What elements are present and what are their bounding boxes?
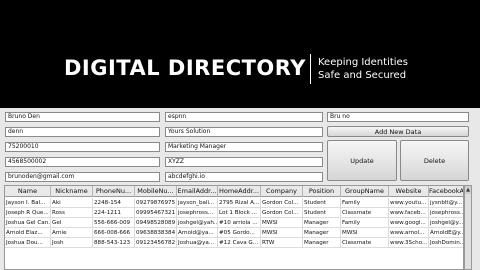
column-header[interactable]: PhoneNu... <box>93 186 135 197</box>
table-scrollbar[interactable]: ▲ <box>464 185 472 270</box>
column-header[interactable]: EmailAddr... <box>177 186 218 197</box>
table-cell[interactable]: Joshua@ya... <box>177 238 218 248</box>
table-cell[interactable]: Gordon Col... <box>261 208 303 218</box>
table-cell[interactable]: jayson_bali... <box>177 198 218 208</box>
table-cell[interactable]: Manager <box>303 238 341 248</box>
table-cell[interactable]: 09638838384 <box>135 228 177 238</box>
column-header[interactable]: Position <box>303 186 341 197</box>
delete-button[interactable]: Delete <box>400 140 469 181</box>
table-header: Name Nickname PhoneNu... MobileNu... EmailAd… <box>5 186 463 197</box>
table-cell[interactable]: joshgel@y... <box>429 218 463 228</box>
position-field[interactable]: Marketing Manager <box>165 142 323 152</box>
phone-field[interactable]: 75200010 <box>5 142 160 152</box>
table-cell[interactable]: Classmate <box>341 208 389 218</box>
table-cell[interactable]: #10 arriola ... <box>218 218 261 228</box>
table-cell[interactable]: 09995467321 <box>135 208 177 218</box>
table-cell[interactable]: 556-666-009 <box>93 218 135 228</box>
table-cell[interactable]: 2248-154 <box>93 198 135 208</box>
table-row[interactable]: Joshua Dou... Josh 888-543-123 09123456782 J… <box>5 238 463 248</box>
column-header[interactable]: FacebookA... <box>429 186 463 197</box>
table-cell[interactable]: MWSI <box>261 218 303 228</box>
table-cell[interactable]: Ross <box>51 208 93 218</box>
group-field[interactable]: XYZZ <box>165 157 323 167</box>
table-cell[interactable]: Aki <box>51 198 93 208</box>
table-cell[interactable]: Family <box>341 198 389 208</box>
scroll-up-icon[interactable]: ▲ <box>465 186 471 194</box>
table-cell[interactable]: Joshua Gel Can... <box>5 218 51 228</box>
table-cell[interactable]: RTW <box>261 238 303 248</box>
app-title: DIGITAL DIRECTORY <box>64 56 307 80</box>
table-cell[interactable]: MWSI <box>341 228 389 238</box>
table-cell[interactable]: joshgel@yah... <box>177 218 218 228</box>
table-cell[interactable]: #05 Gordo... <box>218 228 261 238</box>
table-cell[interactable]: Joshua Dou... <box>5 238 51 248</box>
facebook-field[interactable]: Bru no <box>327 112 469 122</box>
table-cell[interactable]: jysnblt@y... <box>429 198 463 208</box>
table-row[interactable]: Joseph R Que... Ross 224-1211 09995467321 jo… <box>5 208 463 218</box>
title-divider <box>310 54 311 84</box>
table-cell[interactable]: josephross... <box>177 208 218 218</box>
add-new-data-button[interactable]: Add New Data <box>327 126 469 137</box>
table-cell[interactable]: www.arnol... <box>389 228 429 238</box>
table-cell[interactable]: Manager <box>303 218 341 228</box>
website-field[interactable]: abcdefghi.io <box>165 172 323 182</box>
table-row[interactable]: Joshua Gel Can... Gel 556-666-009 094985280… <box>5 218 463 228</box>
name-field[interactable]: Bruno Den <box>5 112 160 122</box>
table-cell[interactable]: 224-1211 <box>93 208 135 218</box>
table-cell[interactable]: Arnold@ya... <box>177 228 218 238</box>
column-header[interactable]: Company <box>261 186 303 197</box>
table-cell[interactable]: Manager <box>303 228 341 238</box>
table-cell[interactable]: ArnoldE@y... <box>429 228 463 238</box>
table-cell[interactable]: Arnold Elaz... <box>5 228 51 238</box>
table-row[interactable]: Jayson I. Bal... Aki 2248-154 09279876975 ja… <box>5 198 463 208</box>
table-cell[interactable]: 09498528089 <box>135 218 177 228</box>
table-cell[interactable]: www.googl... <box>389 218 429 228</box>
table-cell[interactable]: josephross... <box>429 208 463 218</box>
table-cell[interactable]: MWSI <box>261 228 303 238</box>
table-cell[interactable]: Arnie <box>51 228 93 238</box>
column-header[interactable]: Nickname <box>51 186 93 197</box>
mobile-field[interactable]: 4568500002 <box>5 157 160 167</box>
app-tagline: Keeping Identities Safe and Secured <box>318 56 408 82</box>
table-cell[interactable]: Joseph R Que... <box>5 208 51 218</box>
column-header[interactable]: Website <box>389 186 429 197</box>
table-cell[interactable]: www.3Scho... <box>389 238 429 248</box>
table-cell[interactable]: 09279876975 <box>135 198 177 208</box>
table-cell[interactable]: JoshDomin... <box>429 238 463 248</box>
table-cell[interactable]: #12 Cava G... <box>218 238 261 248</box>
table-cell[interactable]: 666-008-666 <box>93 228 135 238</box>
table-cell[interactable]: Student <box>303 198 341 208</box>
table-cell[interactable]: 2795 Rizal A... <box>218 198 261 208</box>
tagline-line-2: Safe and Secured <box>318 70 407 81</box>
table-cell[interactable]: 888-543-123 <box>93 238 135 248</box>
column-header[interactable]: HomeAddr... <box>218 186 261 197</box>
table-cell[interactable]: Gordon Col... <box>261 198 303 208</box>
column-header[interactable]: Name <box>5 186 51 197</box>
column-header[interactable]: MobileNu... <box>135 186 177 197</box>
table-cell[interactable]: www.faceb... <box>389 208 429 218</box>
email-field[interactable]: brunoden@gmail.com <box>5 172 160 182</box>
nickname-field[interactable]: denn <box>5 127 160 137</box>
table-cell[interactable]: www.youtu... <box>389 198 429 208</box>
table-cell[interactable]: 09123456782 <box>135 238 177 248</box>
table-cell[interactable]: Josh <box>51 238 93 248</box>
table-cell[interactable]: Family <box>341 218 389 228</box>
table-row[interactable]: Arnold Elaz... Arnie 666-008-666 0963883838… <box>5 228 463 238</box>
table-cell[interactable]: Lot 1 Block ... <box>218 208 261 218</box>
table-cell[interactable]: Jayson I. Bal... <box>5 198 51 208</box>
directory-table: Name Nickname PhoneNu... MobileNu... EmailAd… <box>4 185 464 270</box>
company-field[interactable]: Yours Solution <box>165 127 323 137</box>
tagline-line-1: Keeping Identities <box>318 57 408 68</box>
header-banner: DIGITAL DIRECTORY Keeping Identities Saf… <box>0 0 480 108</box>
home-address-field[interactable]: espnn <box>165 112 323 122</box>
update-button[interactable]: Update <box>327 140 397 181</box>
table-cell[interactable]: Classmate <box>341 238 389 248</box>
column-header[interactable]: GroupName <box>341 186 389 197</box>
table-cell[interactable]: Student <box>303 208 341 218</box>
table-cell[interactable]: Gel <box>51 218 93 228</box>
